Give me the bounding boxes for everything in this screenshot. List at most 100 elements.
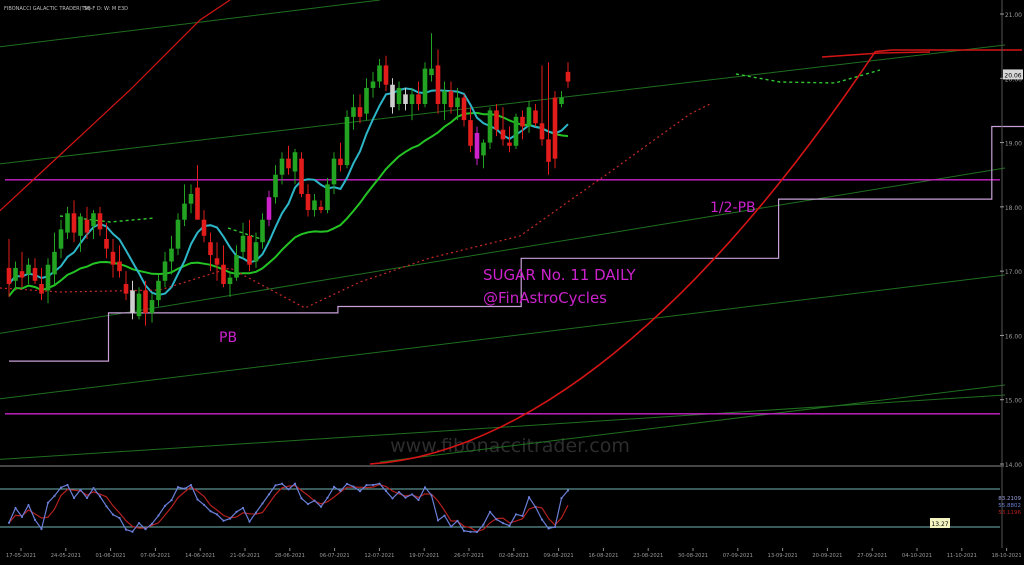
oscillator-point [378,482,381,485]
candle-body [435,65,441,104]
x-tick-label: 13-09-2021 [768,553,798,559]
oscillator-point [196,498,199,501]
annotation-half-pb: 1/2-PB [710,200,756,216]
x-tick-label: 11-10-2021 [947,553,977,559]
oscillator-point [92,486,95,490]
oscillator-point [222,519,225,522]
candle-body [19,271,25,278]
oscillator-value-label: 53.1196 [998,510,1021,516]
oscillator-point [293,482,297,485]
candle-body [383,65,389,85]
oscillator-point [391,497,394,500]
oscillator-point [417,498,420,502]
oscillator-point [326,496,329,499]
candle-body [474,132,480,159]
oscillator-value-label: 83.2109 [998,496,1021,502]
x-tick-label: 27-09-2021 [857,553,887,559]
candle-body [188,194,194,204]
oscillator-point [436,519,440,522]
candle-body [117,261,122,272]
candle-body [247,235,252,265]
x-tick-label: 20-09-2021 [812,553,842,559]
candle-body [344,116,350,166]
candle-body [546,139,551,162]
candle-body [448,91,454,108]
oscillator-point [566,489,570,492]
oscillator-point [560,497,563,500]
candle-body [552,97,558,159]
header-title: FIBONACCI GALACTIC TRADER(TM) [4,6,91,12]
candle-body [71,213,77,233]
candle-body [123,284,129,294]
candle-body [364,87,369,114]
candle-body [312,200,317,211]
candle-body [6,267,12,284]
oscillator-point [488,510,492,513]
oscillator-point [228,517,232,520]
candle-body [58,229,64,249]
oscillator-point [339,489,342,493]
x-tick-label: 02-08-2021 [499,553,529,559]
oscillator-point [319,505,323,508]
candle-body [442,91,447,104]
oscillator-point [365,484,368,487]
oscillator-point [241,506,245,510]
annotation-pb: PB [219,330,237,346]
x-tick-label: 06-07-2021 [320,553,350,559]
oscillator-point [482,523,485,526]
chart-svg: FIBONACCI GALACTIC TRADER(TM) SB-F D: W:… [0,0,1024,561]
x-tick-label: 12-07-2021 [364,553,394,559]
candle-body [143,290,148,313]
candle-body [104,239,109,249]
candle-body [182,203,187,220]
candle-body [481,142,486,156]
candle-body [565,71,571,82]
candle-body [279,158,285,175]
annotation-handle: @FinAstroCycles [483,289,607,307]
candle-body [214,258,220,265]
oscillator-point [105,505,108,508]
oscillator-point [404,496,407,499]
candle-body [487,110,493,143]
candle-body [396,87,402,104]
oscillator-point [547,527,550,530]
oscillator-point [469,530,472,533]
x-tick-label: 14-06-2021 [185,553,215,559]
oscillator-point [384,489,388,493]
oscillator-value-label: 55.8802 [998,503,1021,509]
oscillator-point [111,513,115,516]
oscillator-point [118,516,121,520]
chart-container: FIBONACCI GALACTIC TRADER(TM) SB-F D: W:… [0,0,1024,561]
candle-body [45,264,51,291]
candle-body [403,94,408,104]
x-tick-label: 19-07-2021 [409,553,439,559]
oscillator-point [423,486,427,489]
oscillator-point [124,528,128,531]
oscillator-point [72,496,76,500]
y-tick-label: 15.00 [1005,398,1022,405]
oscillator-point [306,502,310,506]
candle-body [513,116,519,146]
candle-body [409,94,415,104]
oscillator-point [33,518,37,521]
oscillator-point [79,488,82,491]
oscillator-point [267,493,271,496]
oscillator-point [53,494,56,498]
candle-body [318,206,324,211]
x-tick-label: 18-10-2021 [992,553,1022,559]
oscillator-point [66,483,69,487]
candle-body [156,280,161,301]
oscillator-point [85,496,89,500]
candle-body [149,300,155,313]
x-tick-label: 09-08-2021 [544,553,574,559]
candle-body [377,65,382,82]
oscillator-point [150,522,154,525]
candle-body [91,213,96,227]
candle-body [455,97,460,108]
oscillator-point [358,490,362,493]
oscillator-point [131,530,134,533]
candle-body [299,158,304,194]
oscillator-point [209,510,212,513]
oscillator-point [527,496,531,499]
oscillator-point [144,528,147,531]
